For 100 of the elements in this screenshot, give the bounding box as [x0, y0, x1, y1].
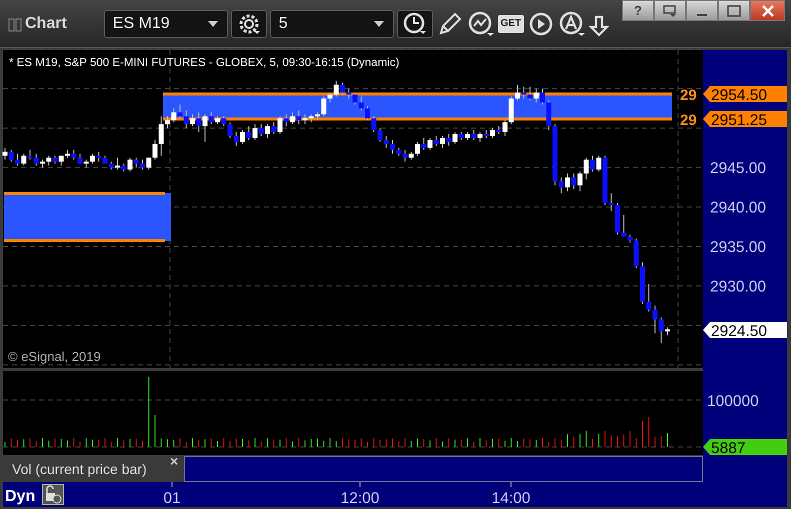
candlestick: [415, 141, 420, 156]
chart-header: * ES M19, S&P 500 E-MINI FUTURES - GLOBEX, 5, 09:30-16:15 (Dynamic): [9, 57, 400, 69]
window-menu-icon: [663, 4, 677, 16]
candlestick: [652, 305, 658, 334]
candlestick: [334, 80, 339, 98]
candlestick: [658, 317, 664, 344]
clock-button[interactable]: [396, 10, 433, 38]
candlestick: [346, 88, 352, 100]
close-button[interactable]: ×: [170, 453, 178, 469]
candlestick: [258, 124, 264, 137]
candlestick: [321, 96, 326, 117]
candlestick: [196, 112, 202, 133]
candlestick: [265, 124, 270, 138]
candlestick: [508, 96, 514, 125]
candlestick: [358, 96, 364, 111]
candlestick: [428, 137, 432, 150]
candlestick: [378, 128, 382, 142]
candlestick: [140, 159, 145, 170]
candlestick: [171, 108, 176, 123]
symbol-dropdown[interactable]: ES M19: [104, 10, 228, 38]
candlestick: [178, 104, 182, 119]
candlestick: [384, 136, 389, 148]
candlestick: [471, 130, 476, 140]
candlestick: [365, 106, 370, 121]
window-title: Chart: [25, 14, 67, 32]
candlestick: [478, 132, 482, 142]
level-label: 29: [680, 112, 697, 129]
candlestick: [8, 149, 14, 162]
grip-icon: [8, 18, 22, 32]
price-marker: 2951.25: [703, 111, 787, 129]
candlestick: [165, 116, 170, 129]
time-label: 01: [163, 490, 181, 507]
candlestick: [371, 116, 376, 133]
caret-icon: [372, 20, 385, 28]
close-button[interactable]: [750, 0, 785, 21]
price-marker: 2954.50: [703, 86, 787, 104]
interval-dropdown[interactable]: 5: [270, 10, 394, 38]
candlestick: [565, 172, 570, 192]
candlestick: [46, 155, 52, 166]
price-label: 2945.00: [710, 160, 766, 178]
level-label: 29: [680, 87, 697, 104]
candlestick: [146, 157, 152, 170]
volume-label: 100000: [707, 393, 759, 410]
candlestick: [240, 130, 245, 144]
candlestick: [234, 132, 239, 146]
candlestick: [521, 86, 526, 100]
candlestick: [252, 124, 258, 140]
candlestick: [440, 136, 445, 148]
candlestick: [190, 114, 195, 127]
help-button[interactable]: ?: [622, 0, 654, 21]
candlestick: [21, 153, 26, 166]
candlestick: [302, 114, 308, 125]
get-button[interactable]: GET: [498, 14, 524, 32]
candlestick: [502, 120, 508, 137]
candlestick: [15, 153, 20, 166]
candlestick: [578, 171, 582, 192]
candlestick: [340, 82, 345, 96]
time-label: 14:00: [492, 490, 530, 507]
candlestick: [115, 157, 120, 170]
candlestick: [208, 112, 214, 125]
price-label: 2935.00: [710, 238, 766, 256]
candlestick: [352, 92, 358, 105]
settings-button[interactable]: [230, 10, 267, 38]
candlestick: [446, 134, 452, 146]
candlestick: [621, 214, 626, 238]
candlestick: [96, 151, 102, 162]
candlestick: [546, 100, 552, 131]
candlestick: [421, 137, 426, 150]
candlestick: [646, 283, 652, 312]
window-menu-button[interactable]: [654, 0, 686, 21]
maximize-button[interactable]: [718, 0, 750, 21]
candlestick: [608, 192, 614, 212]
candlestick: [202, 114, 208, 142]
candlestick: [158, 116, 164, 156]
candlestick: [434, 136, 439, 146]
candlestick: [134, 157, 139, 168]
candlestick: [271, 122, 276, 135]
caret-icon: [206, 20, 219, 28]
candlestick: [90, 153, 95, 164]
candlestick: [534, 88, 539, 103]
minimize-icon: [697, 14, 707, 16]
candlestick: [184, 110, 189, 129]
candlestick: [228, 122, 232, 138]
candlestick: [221, 116, 226, 127]
candlestick: [128, 157, 132, 172]
candlestick: [28, 149, 32, 160]
candlestick: [328, 92, 332, 103]
candlestick: [590, 155, 595, 172]
candlestick: [452, 132, 458, 144]
dyn-label: Dyn: [5, 488, 36, 505]
candlestick: [34, 153, 39, 166]
candlestick: [540, 88, 545, 105]
candlestick: [584, 157, 589, 180]
price-label: 2930.00: [710, 278, 766, 296]
candlestick: [515, 84, 520, 101]
lock-icon[interactable]: [42, 484, 64, 505]
minimize-button[interactable]: [686, 0, 718, 21]
price-label: 2940.00: [710, 200, 766, 217]
candlestick: [278, 116, 282, 135]
volume-marker: 5887: [703, 439, 787, 457]
